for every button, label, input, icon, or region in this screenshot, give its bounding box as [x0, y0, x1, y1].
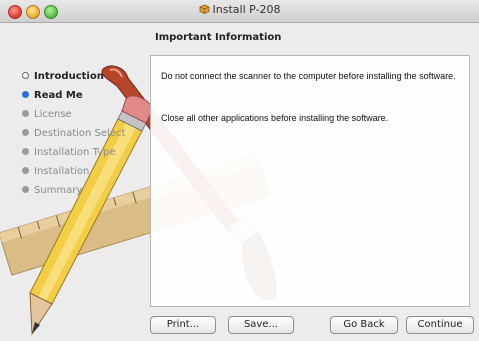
readme-paragraph: Do not connect the scanner to the comput…	[161, 71, 456, 81]
step-pending-icon	[22, 110, 29, 117]
step-license: License	[22, 105, 125, 124]
step-installation-type: Installation Type	[22, 143, 125, 162]
step-label: Installation	[34, 166, 90, 177]
step-destination-select: Destination Select	[22, 124, 125, 143]
go-back-button[interactable]: Go Back	[330, 316, 398, 334]
readme-text-area[interactable]: Do not connect the scanner to the comput…	[150, 55, 470, 307]
step-label: Destination Select	[34, 128, 126, 139]
save-button[interactable]: Save...	[228, 316, 294, 334]
package-icon	[199, 4, 209, 14]
step-pending-icon	[22, 186, 29, 193]
step-pending-icon	[22, 129, 29, 136]
panel-heading: Important Information	[155, 32, 282, 43]
title-bar[interactable]: Install P-208	[0, 0, 479, 23]
step-summary: Summary	[22, 181, 125, 200]
step-current-icon	[22, 91, 29, 98]
step-pending-icon	[22, 148, 29, 155]
step-installation: Installation	[22, 162, 125, 181]
step-label: Read Me	[34, 90, 83, 101]
step-label: Introduction	[34, 71, 104, 82]
step-introduction: Introduction	[22, 67, 125, 86]
window-title: Install P-208	[212, 3, 281, 16]
step-read-me: Read Me	[22, 86, 125, 105]
step-label: License	[34, 109, 72, 120]
step-list: Introduction Read Me License Destination…	[22, 67, 125, 200]
readme-paragraph: Close all other applications before inst…	[161, 113, 389, 123]
step-done-icon	[22, 72, 29, 79]
step-pending-icon	[22, 167, 29, 174]
continue-button[interactable]: Continue	[406, 316, 474, 334]
installer-window: Install P-208 Introduction Read Me Licen…	[0, 0, 479, 341]
step-label: Installation Type	[34, 147, 116, 158]
step-label: Summary	[34, 185, 83, 196]
print-button[interactable]: Print...	[150, 316, 216, 334]
window-title-wrap: Install P-208	[0, 3, 479, 16]
